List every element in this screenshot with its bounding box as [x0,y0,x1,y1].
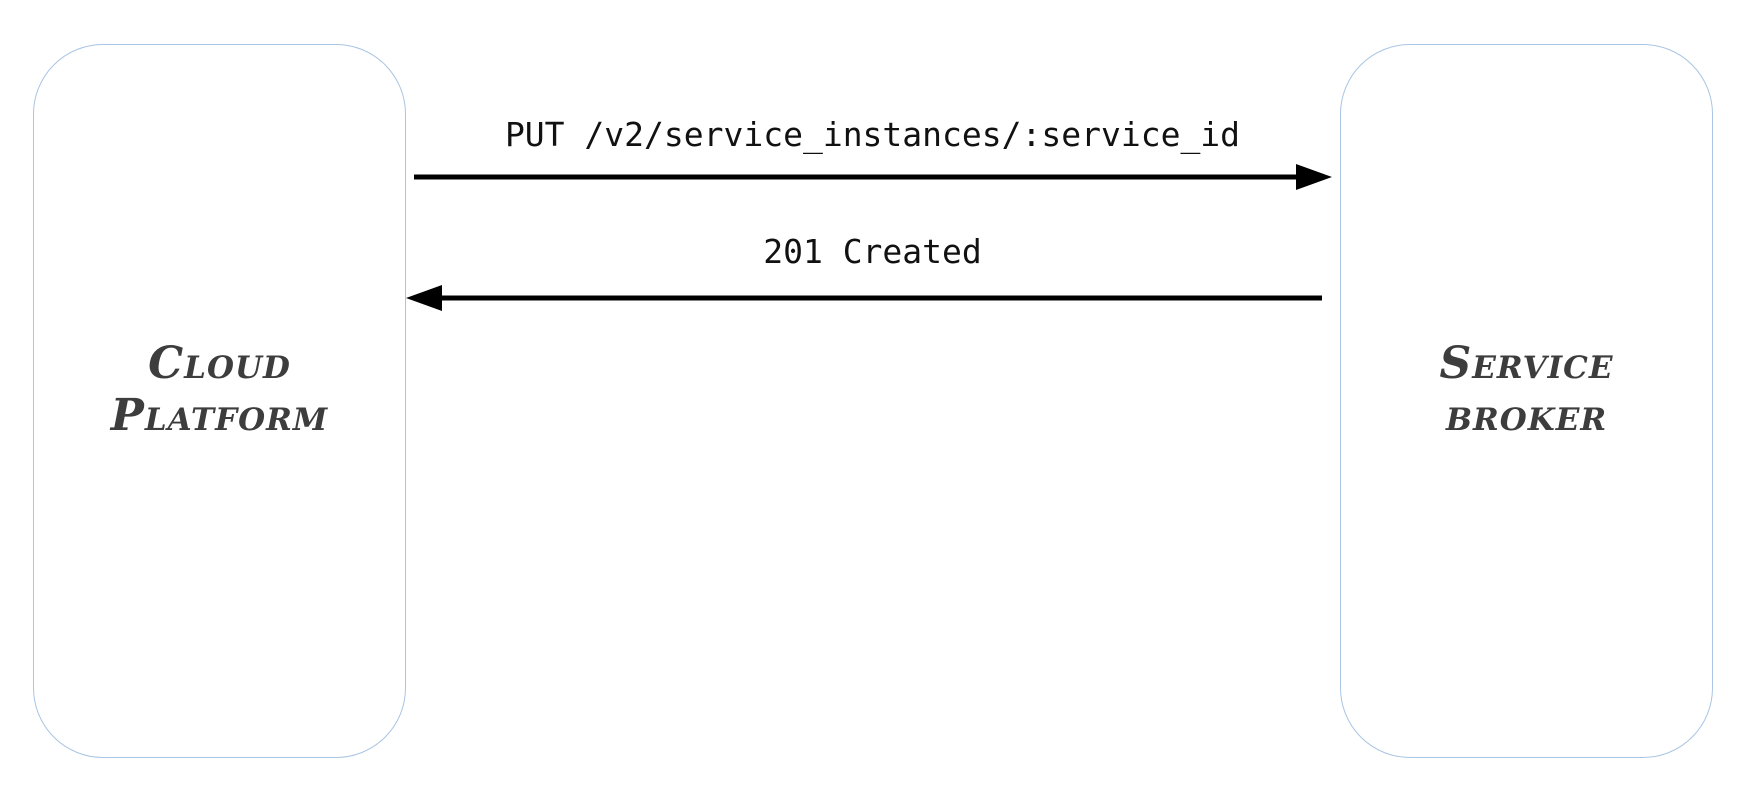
cloud-platform-label-line1: Cloud [148,338,291,389]
request-arrowhead [1296,164,1332,190]
response-arrowhead [406,285,442,311]
request-arrow [414,164,1332,190]
response-arrow [406,285,1322,311]
service-broker-node: Service broker [1340,44,1713,758]
service-broker-label-line2: broker [1445,390,1608,441]
service-broker-label-line1: Service [1439,338,1614,389]
cloud-platform-label: Cloud Platform [111,338,328,442]
service-broker-label: Service broker [1440,338,1614,442]
cloud-platform-label-line2: Platform [110,390,329,441]
response-label: 201 Created [763,232,982,271]
cloud-platform-node: Cloud Platform [33,44,406,758]
request-label: PUT /v2/service_instances/:service_id [504,115,1241,154]
